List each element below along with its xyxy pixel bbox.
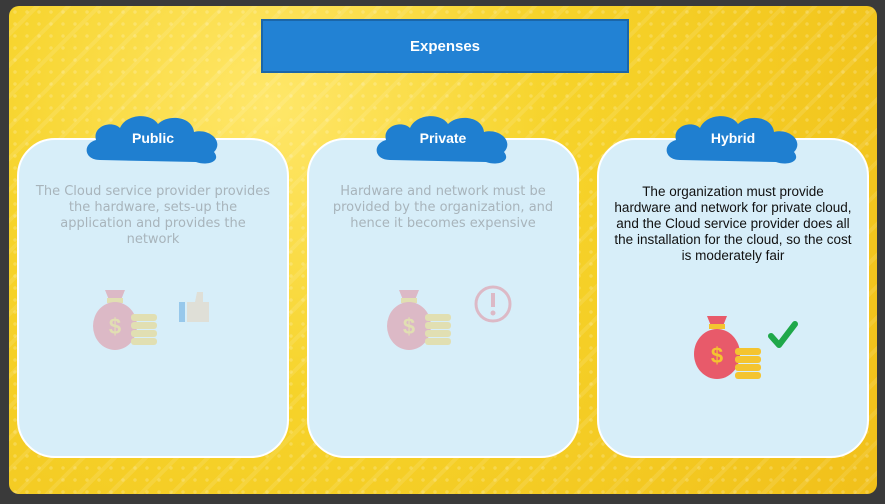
- cloud-badge: Private: [368, 110, 518, 168]
- icon-group: $: [599, 312, 867, 397]
- svg-text:$: $: [711, 343, 723, 368]
- card-description: Hardware and network must be provided by…: [332, 184, 554, 231]
- svg-text:$: $: [403, 314, 415, 339]
- thumbs-up-icon: [179, 292, 209, 322]
- coins-icon: [735, 348, 761, 379]
- money-bag-icon: $: [694, 316, 740, 379]
- card-heading: Private: [419, 130, 467, 146]
- card-private: Private Hardware and network must be pro…: [307, 116, 579, 458]
- money-bag-icon: $: [387, 290, 431, 350]
- title-banner: Expenses: [261, 19, 629, 73]
- card-heading: Public: [131, 130, 174, 146]
- card-heading: Hybrid: [710, 130, 756, 146]
- checkmark-icon: [768, 321, 798, 348]
- cloud-badge: Hybrid: [658, 110, 808, 168]
- icon-group: $: [309, 280, 577, 365]
- money-bag-icon: $: [93, 290, 137, 350]
- card-public: Public The Cloud service provider provid…: [17, 116, 289, 458]
- card-description: The organization must provide hardware a…: [614, 184, 852, 263]
- card-description: The Cloud service provider provides the …: [35, 184, 271, 247]
- cloud-badge: Public: [78, 110, 228, 168]
- slide: Expenses Public The Cloud service provid…: [9, 6, 877, 494]
- icon-group: $: [19, 280, 287, 365]
- exclamation-icon: [474, 285, 512, 323]
- page-title: Expenses: [409, 37, 481, 55]
- card-hybrid: Hybrid The organization must provide har…: [597, 116, 869, 458]
- svg-text:$: $: [109, 314, 121, 339]
